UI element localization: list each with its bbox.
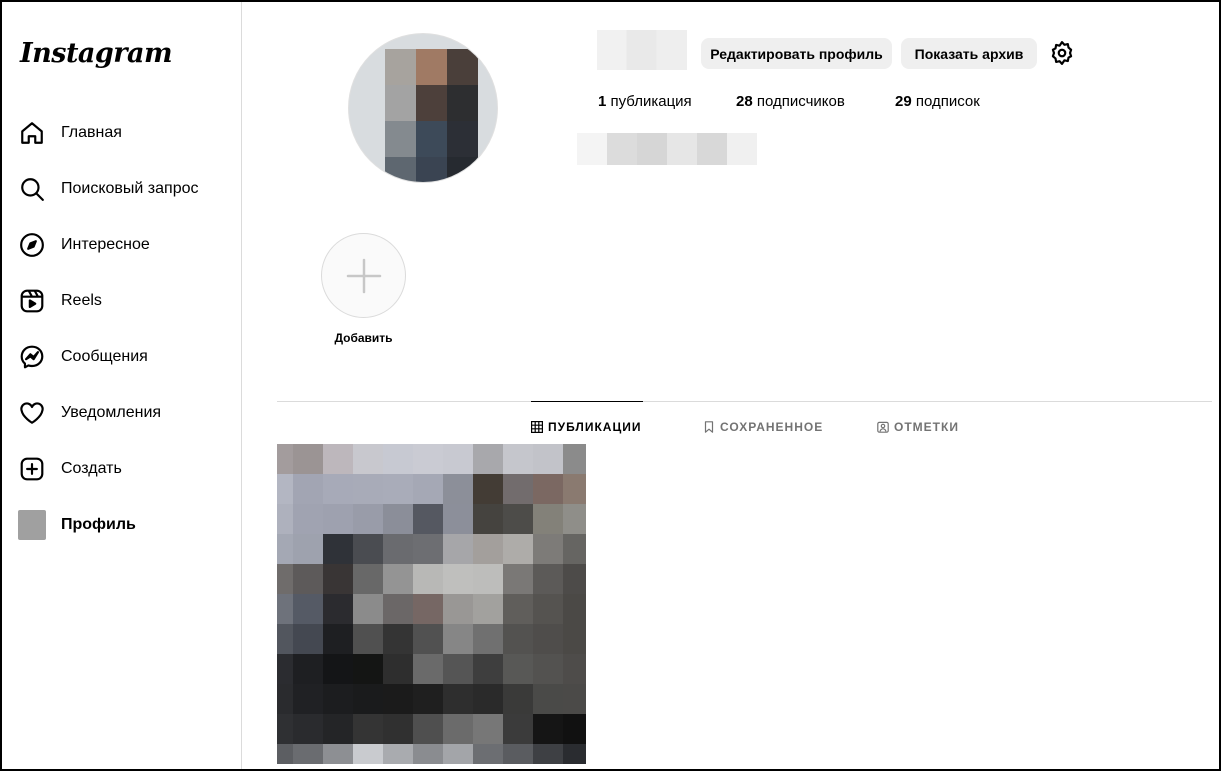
tab-posts[interactable]: ПУБЛИКАЦИИ	[531, 420, 641, 434]
sidebar-item-search[interactable]: Поисковый запрос	[18, 169, 233, 209]
sidebar-item-messages[interactable]: Сообщения	[18, 337, 233, 377]
followers-count-label: подписчиков	[756, 93, 845, 110]
sidebar-item-home[interactable]: Главная	[18, 113, 233, 153]
bookmark-icon	[703, 421, 715, 433]
tagged-icon	[877, 421, 889, 433]
sidebar-item-notifications[interactable]: Уведомления	[18, 393, 233, 433]
tab-saved[interactable]: СОХРАНЕННОЕ	[703, 420, 823, 434]
sidebar-item-label: Уведомления	[61, 404, 162, 421]
sidebar-item-reels[interactable]: Reels	[18, 281, 233, 321]
following-link[interactable]: 29 подписок	[895, 93, 980, 110]
following-count-label: подписок	[915, 93, 980, 110]
following-count-number: 29	[895, 93, 912, 110]
sidebar-item-label: Поисковый запрос	[61, 180, 199, 197]
new-highlight-button[interactable]	[321, 233, 406, 318]
active-tab-indicator	[531, 401, 643, 402]
new-highlight-label: Добавить	[334, 331, 393, 345]
tabs-divider	[277, 401, 1212, 402]
sidebar-item-label: Главная	[61, 124, 122, 141]
home-icon	[18, 119, 46, 147]
view-archive-button[interactable]: Показать архив	[901, 38, 1037, 69]
heart-icon	[18, 399, 46, 427]
username-blurred	[597, 30, 687, 70]
sidebar-item-label: Профиль	[61, 516, 136, 533]
followers-link[interactable]: 28 подписчиков	[736, 93, 845, 110]
sidebar-item-label: Reels	[61, 292, 102, 309]
tab-tagged-label: ОТМЕТКИ	[894, 420, 959, 434]
full-name-blurred	[577, 133, 757, 165]
followers-count-number: 28	[736, 93, 753, 110]
sidebar-item-label: Создать	[61, 460, 122, 477]
sidebar-item-explore[interactable]: Интересное	[18, 225, 233, 265]
avatar-image	[385, 49, 478, 182]
tab-tagged[interactable]: ОТМЕТКИ	[877, 420, 959, 434]
sidebar-item-create[interactable]: Создать	[18, 449, 233, 489]
posts-count-label: публикация	[610, 93, 692, 110]
reels-icon	[18, 287, 46, 315]
tab-posts-label: ПУБЛИКАЦИИ	[548, 420, 642, 434]
messenger-icon	[18, 343, 46, 371]
search-icon	[18, 175, 46, 203]
plus-icon	[346, 258, 381, 293]
sidebar-item-profile[interactable]: Профиль	[18, 505, 233, 545]
grid-icon	[531, 421, 543, 433]
settings-gear-icon[interactable]	[1049, 40, 1075, 66]
posts-count-number: 1	[598, 93, 607, 110]
profile-avatar[interactable]	[348, 33, 498, 183]
tab-saved-label: СОХРАНЕННОЕ	[720, 420, 824, 434]
edit-profile-button[interactable]: Редактировать профиль	[701, 38, 892, 69]
post-thumbnail[interactable]	[277, 444, 586, 764]
compass-icon	[18, 231, 46, 259]
sidebar-item-label: Сообщения	[61, 348, 148, 365]
sidebar: Instagram Главная Поисковый запрос Интер…	[2, 2, 242, 769]
avatar	[18, 510, 46, 540]
posts-count: 1 публикация	[598, 93, 692, 110]
plus-square-icon	[18, 455, 46, 483]
instagram-logo[interactable]: Instagram	[20, 38, 173, 69]
sidebar-item-label: Интересное	[61, 236, 150, 253]
post-image	[277, 444, 586, 764]
